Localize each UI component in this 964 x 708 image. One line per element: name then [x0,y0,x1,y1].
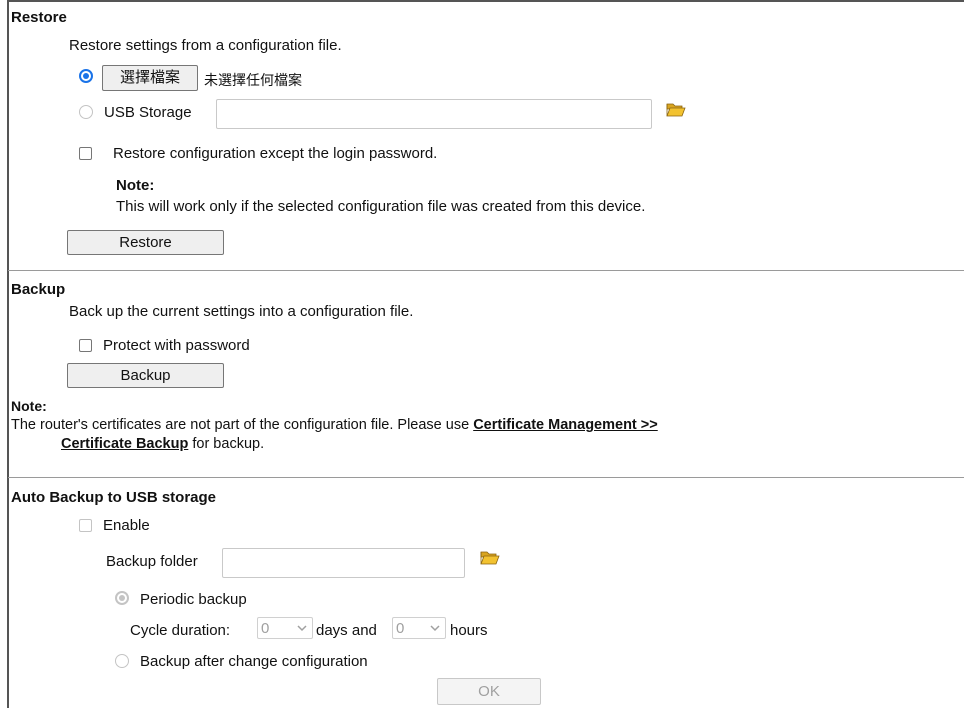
chevron-down-icon [430,625,440,632]
usb-storage-path-input[interactable] [216,99,652,129]
cycle-hours-select[interactable]: 0 [392,617,446,639]
restore-from-file-radio[interactable] [79,69,93,83]
folder-open-icon[interactable] [480,548,500,566]
cycle-days-value: 0 [261,620,270,637]
frame-left-border [7,0,9,708]
periodic-backup-radio[interactable] [115,591,129,605]
restore-note-text: This will work only if the selected conf… [116,198,646,215]
auto-backup-enable-checkbox[interactable] [79,519,92,532]
auto-backup-enable-label: Enable [103,517,150,534]
section-divider [8,477,964,478]
backup-note-text-2: for backup. [192,436,265,452]
backup-note-line-1: The router's certificates are not part o… [11,417,658,433]
backup-note-text-1: The router's certificates are not part o… [11,417,470,433]
auto-backup-heading: Auto Backup to USB storage [11,489,217,506]
no-file-selected-text: 未選擇任何檔案 [204,72,302,88]
cycle-days-select[interactable]: 0 [257,617,313,639]
usb-storage-label: USB Storage [104,104,192,121]
restore-except-password-label: Restore configuration except the login p… [113,145,438,162]
periodic-backup-label: Periodic backup [140,591,247,608]
backup-folder-input[interactable] [222,548,465,578]
days-and-label: days and [316,622,377,639]
backup-folder-label: Backup folder [106,553,198,570]
backup-after-change-label: Backup after change configuration [140,653,368,670]
restore-except-password-checkbox[interactable] [79,147,92,160]
restore-description: Restore settings from a configuration fi… [69,37,342,54]
backup-button[interactable]: Backup [67,363,224,388]
frame-top-border [7,0,964,2]
chevron-down-icon [297,625,307,632]
restore-heading: Restore [11,9,67,26]
ok-button[interactable]: OK [437,678,541,705]
backup-note-title: Note: [11,398,47,414]
restore-note-title: Note: [116,177,155,194]
choose-file-button[interactable]: 選擇檔案 [102,65,198,91]
cycle-duration-label: Cycle duration: [130,622,231,639]
backup-heading: Backup [11,281,66,298]
hours-label: hours [450,622,488,639]
protect-with-password-label: Protect with password [103,337,250,354]
usb-storage-radio[interactable] [79,105,93,119]
certificate-management-link[interactable]: Certificate Management >> [473,417,658,433]
cycle-hours-value: 0 [396,620,405,637]
backup-note-line-2: Certificate Backup for backup. [61,436,264,452]
certificate-backup-link[interactable]: Certificate Backup [61,436,188,452]
protect-with-password-checkbox[interactable] [79,339,92,352]
folder-open-icon[interactable] [666,100,686,118]
section-divider [8,270,964,271]
backup-description: Back up the current settings into a conf… [69,303,414,320]
backup-after-change-radio[interactable] [115,654,129,668]
restore-button[interactable]: Restore [67,230,224,255]
